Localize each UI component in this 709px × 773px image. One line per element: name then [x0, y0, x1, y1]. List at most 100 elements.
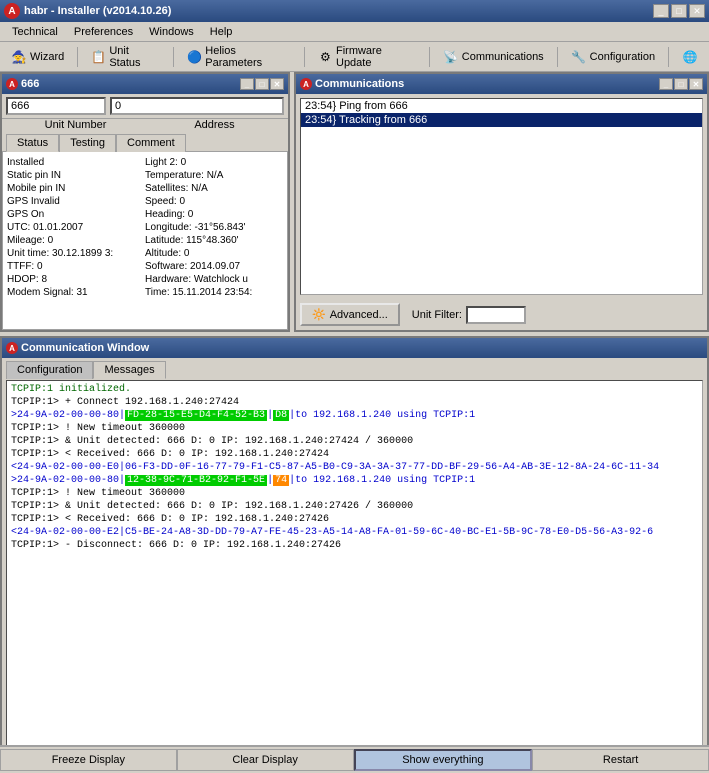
clear-display-button[interactable]: Clear Display — [177, 749, 354, 771]
log-line-9: TCPIP:1> & Unit detected: 666 D: 0 IP: 1… — [11, 500, 698, 513]
comm-log: TCPIP:1 initialized. TCPIP:1> + Connect … — [6, 380, 703, 755]
unit-maximize-btn[interactable]: □ — [255, 78, 269, 90]
comm-footer: 🔆 Advanced... Unit Filter: — [296, 299, 707, 330]
unit-labels: Unit Number Address — [2, 119, 288, 131]
comm-list: 23:54} Ping from 666 23:54} Tracking fro… — [300, 98, 703, 295]
log-line-8: TCPIP:1> ! New timeout 360000 — [11, 487, 698, 500]
log-line-10: TCPIP:1> < Received: 666 D: 0 IP: 192.16… — [11, 513, 698, 526]
communication-window: A Communication Window Configuration Mes… — [0, 336, 709, 773]
unit-address-input[interactable] — [110, 97, 284, 115]
maximize-button[interactable]: □ — [671, 4, 687, 18]
status-modem: Modem Signal: 31 — [7, 286, 145, 299]
communications-label: Communications — [462, 51, 544, 63]
unit-filter-input[interactable] — [466, 306, 526, 324]
unit-number-input[interactable] — [6, 97, 106, 115]
comm-bottom-titlebar: A Communication Window — [2, 338, 707, 358]
menu-windows[interactable]: Windows — [141, 24, 202, 40]
unit-number-label: Unit Number — [6, 119, 145, 131]
comm-bottom-title-text: Communication Window — [21, 342, 149, 354]
status-col1: Installed Static pin IN Mobile pin IN GP… — [7, 156, 145, 299]
status-longitude: Longitude: -31°56.843' — [145, 221, 283, 234]
log-line-2: >24-9A-02-00-00-80|FD-28-15-E5-D4-F4-52-… — [11, 409, 698, 422]
log-line-11: <24-9A-02-00-00-E2|C5-BE-24-A8-3D-DD-79-… — [11, 526, 698, 539]
unit-window-title: 666 — [21, 78, 237, 90]
firmware-label: Firmware Update — [336, 45, 416, 69]
advanced-button[interactable]: 🔆 Advanced... — [300, 303, 400, 326]
unit-window: A 666 _ □ ✕ Unit Number Address Status — [0, 72, 290, 332]
close-button[interactable]: ✕ — [689, 4, 705, 18]
wizard-button[interactable]: 🧙 Wizard — [4, 45, 71, 69]
comm-window-title: Communications — [315, 78, 656, 90]
title-bar: A habr - Installer (v2014.10.26) _ □ ✕ — [0, 0, 709, 22]
status-utc: UTC: 01.01.2007 — [7, 221, 145, 234]
freeze-display-button[interactable]: Freeze Display — [0, 749, 177, 771]
show-everything-button[interactable]: Show everything — [354, 749, 533, 771]
unit-header — [2, 94, 288, 119]
tab-configuration[interactable]: Configuration — [6, 361, 93, 379]
menu-help[interactable]: Help — [202, 24, 241, 40]
windows-area: A 666 _ □ ✕ Unit Number Address Status — [0, 72, 709, 332]
show-everything-label: Show everything — [402, 754, 483, 766]
wizard-icon: 🧙 — [11, 49, 27, 65]
helios-button[interactable]: 🔵 Helios Parameters — [180, 45, 298, 69]
configuration-icon: 🔧 — [571, 49, 587, 65]
unit-close-btn[interactable]: ✕ — [270, 78, 284, 90]
status-temp: Temperature: N/A — [145, 169, 283, 182]
title-bar-text: habr - Installer (v2014.10.26) — [24, 5, 649, 17]
log-line-12: TCPIP:1> - Disconnect: 666 D: 0 IP: 192.… — [11, 539, 698, 552]
status-grid: Installed Static pin IN Mobile pin IN GP… — [7, 156, 283, 299]
tab-status[interactable]: Status — [6, 134, 59, 152]
comm-maximize-btn[interactable]: □ — [674, 78, 688, 90]
separator-6 — [668, 47, 669, 67]
log-highlight-3: 12-38-9C-71-B2-92-F1-5E — [125, 475, 267, 486]
unit-titlebar-icon: A — [6, 78, 18, 90]
separator-5 — [557, 47, 558, 67]
firmware-button[interactable]: ⚙ Firmware Update — [311, 45, 423, 69]
unit-status-button[interactable]: 📋 Unit Status — [84, 45, 167, 69]
log-line-7: >24-9A-02-00-00-80|12-38-9C-71-B2-92-F1-… — [11, 474, 698, 487]
wizard-label: Wizard — [30, 51, 64, 63]
minimize-button[interactable]: _ — [653, 4, 669, 18]
menu-preferences[interactable]: Preferences — [66, 24, 141, 40]
comm-item-tracking[interactable]: 23:54} Tracking from 666 — [301, 113, 702, 127]
log-line-3: TCPIP:1> ! New timeout 360000 — [11, 422, 698, 435]
unit-filter-label: Unit Filter: — [412, 309, 462, 321]
unit-minimize-btn[interactable]: _ — [240, 78, 254, 90]
status-ttff: TTFF: 0 — [7, 260, 145, 273]
separator-3 — [304, 47, 305, 67]
tab-comment[interactable]: Comment — [116, 134, 186, 152]
comm-item-ping[interactable]: 23:54} Ping from 666 — [301, 99, 702, 113]
comm-minimize-btn[interactable]: _ — [659, 78, 673, 90]
comm-close-btn[interactable]: ✕ — [689, 78, 703, 90]
configuration-label: Configuration — [590, 51, 655, 63]
log-line-1: TCPIP:1> + Connect 192.168.1.240:27424 — [11, 396, 698, 409]
log-line-0: TCPIP:1 initialized. — [11, 383, 698, 396]
global-button[interactable]: 🌐 — [675, 45, 705, 69]
helios-label: Helios Parameters — [205, 45, 291, 69]
configuration-button[interactable]: 🔧 Configuration — [564, 45, 662, 69]
log-line-5: TCPIP:1> < Received: 666 D: 0 IP: 192.16… — [11, 448, 698, 461]
freeze-display-label: Freeze Display — [52, 754, 125, 766]
status-hardware: Hardware: Watchlock u — [145, 273, 283, 286]
status-light2: Light 2: 0 — [145, 156, 283, 169]
advanced-icon: 🔆 — [312, 308, 326, 321]
comm-window-titlebar: A Communications _ □ ✕ — [296, 74, 707, 94]
status-latitude: Latitude: 115°48.360' — [145, 234, 283, 247]
menu-technical[interactable]: Technical — [4, 24, 66, 40]
status-installed: Installed — [7, 156, 145, 169]
tab-testing[interactable]: Testing — [59, 134, 116, 152]
helios-icon: 🔵 — [187, 49, 202, 65]
log-highlight-4: 74 — [273, 475, 289, 486]
status-col2: Light 2: 0 Temperature: N/A Satellites: … — [145, 156, 283, 299]
status-hdop: HDOP: 8 — [7, 273, 145, 286]
communications-button[interactable]: 📡 Communications — [436, 45, 551, 69]
log-highlight-2: D8 — [273, 410, 289, 421]
status-mobile-pin: Mobile pin IN — [7, 182, 145, 195]
tab-messages[interactable]: Messages — [93, 361, 165, 379]
status-speed: Speed: 0 — [145, 195, 283, 208]
unit-address-label: Address — [145, 119, 284, 131]
status-time: Time: 15.11.2014 23:54: — [145, 286, 283, 299]
restart-button[interactable]: Restart — [532, 749, 709, 771]
global-icon: 🌐 — [682, 49, 698, 65]
advanced-label: Advanced... — [330, 309, 388, 321]
